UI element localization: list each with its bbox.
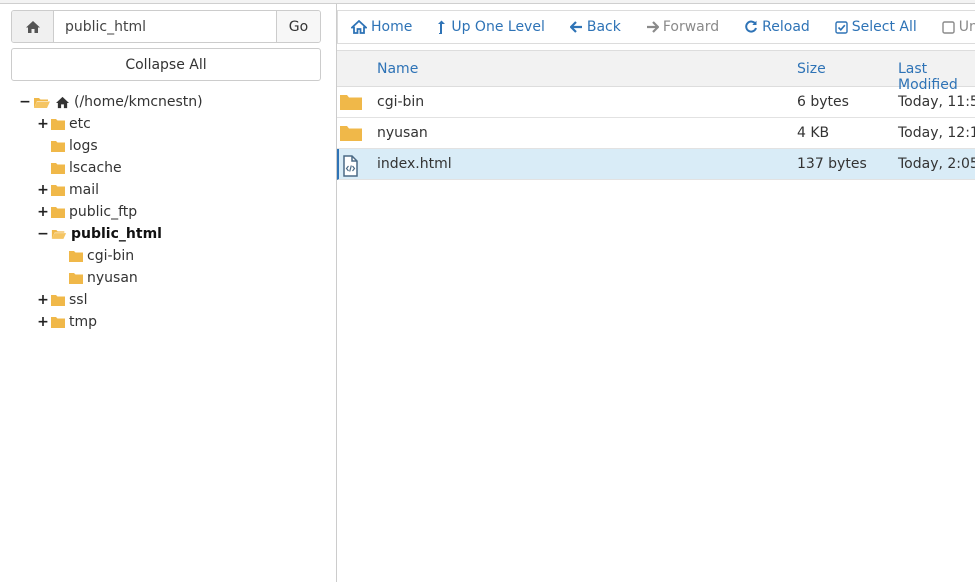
table-row[interactable]: cgi-bin 6 bytes Today, 11:56 PM bbox=[337, 87, 975, 118]
tree-item-label: cgi-bin bbox=[87, 248, 135, 264]
back-button[interactable]: Back bbox=[569, 19, 621, 35]
refresh-icon bbox=[745, 20, 758, 33]
file-name: nyusan bbox=[377, 125, 428, 141]
file-modified: Today, 2:05 PM bbox=[898, 156, 975, 172]
tree-item-mail[interactable]: + mail bbox=[0, 179, 336, 201]
expand-toggle-icon[interactable]: + bbox=[37, 205, 49, 219]
column-header-name[interactable]: Name bbox=[377, 61, 418, 77]
tree-item-label: public_ftp bbox=[69, 204, 138, 220]
tree-item-label: mail bbox=[69, 182, 99, 198]
tree-item-tmp[interactable]: + tmp bbox=[0, 311, 336, 333]
folder-icon bbox=[51, 162, 65, 174]
expand-toggle-icon[interactable]: + bbox=[37, 117, 49, 131]
folder-open-icon bbox=[51, 228, 67, 240]
folder-icon bbox=[69, 272, 83, 284]
tree-item-public-ftp[interactable]: + public_ftp bbox=[0, 201, 336, 223]
tree-item-label: ssl bbox=[69, 292, 88, 308]
file-table: Name Size Last Modified cgi-bin 6 bytes … bbox=[337, 50, 975, 180]
tree-item-label: etc bbox=[69, 116, 91, 132]
tree-item-cgi-bin[interactable]: cgi-bin bbox=[0, 245, 336, 267]
tree-item-label: tmp bbox=[69, 314, 98, 330]
file-list-pane: Home Up One Level Back Forward Reload Se… bbox=[337, 4, 975, 582]
expand-toggle-icon[interactable]: + bbox=[37, 315, 49, 329]
home-button[interactable]: Home bbox=[351, 19, 412, 35]
column-header-size[interactable]: Size bbox=[797, 61, 826, 77]
collapse-all-button[interactable]: Collapse All bbox=[11, 48, 321, 81]
folder-icon bbox=[51, 206, 65, 218]
toolbar: Home Up One Level Back Forward Reload Se… bbox=[337, 10, 975, 44]
collapse-toggle-icon[interactable]: − bbox=[37, 227, 49, 241]
folder-icon bbox=[51, 118, 65, 130]
tree-item-etc[interactable]: + etc bbox=[0, 113, 336, 135]
checkbox-checked-icon bbox=[835, 20, 848, 34]
folder-icon bbox=[51, 140, 65, 152]
tree-item-label: logs bbox=[69, 138, 98, 154]
table-header: Name Size Last Modified bbox=[337, 51, 975, 93]
path-bar: Go bbox=[11, 10, 321, 43]
html-file-icon bbox=[340, 155, 360, 181]
go-button[interactable]: Go bbox=[276, 11, 320, 42]
tree-item-logs[interactable]: logs bbox=[0, 135, 336, 157]
file-name: index.html bbox=[377, 156, 452, 172]
unselect-all-button[interactable]: Unselect All bbox=[942, 19, 975, 35]
tree-item-lscache[interactable]: lscache bbox=[0, 157, 336, 179]
unselect-all-label: Unselect All bbox=[958, 19, 975, 35]
up-one-level-button[interactable]: Up One Level bbox=[437, 19, 545, 35]
expand-toggle-icon[interactable]: + bbox=[37, 293, 49, 307]
folder-icon bbox=[51, 294, 65, 306]
directory-tree-pane: Go Collapse All − (/home/kmcnestn) + etc… bbox=[0, 4, 337, 582]
file-name: cgi-bin bbox=[377, 94, 425, 110]
tree-item-public-html[interactable]: − public_html bbox=[0, 223, 336, 245]
tree-item-label: nyusan bbox=[87, 270, 138, 286]
checkbox-empty-icon bbox=[942, 20, 955, 34]
folder-icon bbox=[340, 93, 362, 114]
select-all-label: Select All bbox=[851, 19, 917, 35]
file-modified: Today, 12:15 AM bbox=[898, 125, 975, 141]
table-row[interactable]: nyusan 4 KB Today, 12:15 AM bbox=[337, 118, 975, 149]
home-icon bbox=[55, 96, 70, 109]
tree-item-ssl[interactable]: + ssl bbox=[0, 289, 336, 311]
directory-tree: − (/home/kmcnestn) + etc logs lscache + bbox=[0, 91, 336, 333]
level-up-icon bbox=[438, 20, 446, 34]
collapse-toggle-icon[interactable]: − bbox=[19, 95, 31, 109]
forward-label: Forward bbox=[662, 19, 720, 35]
tree-root[interactable]: − (/home/kmcnestn) bbox=[0, 91, 336, 113]
arrow-right-icon bbox=[646, 21, 659, 33]
back-label: Back bbox=[586, 19, 621, 35]
reload-label: Reload bbox=[762, 19, 810, 35]
path-home-button[interactable] bbox=[12, 11, 54, 42]
file-modified: Today, 11:56 PM bbox=[898, 94, 975, 110]
folder-open-icon bbox=[33, 96, 51, 109]
home-icon bbox=[351, 20, 367, 34]
select-all-button[interactable]: Select All bbox=[835, 19, 917, 35]
folder-icon bbox=[69, 250, 83, 262]
folder-icon bbox=[51, 316, 65, 328]
arrow-left-icon bbox=[569, 21, 582, 33]
folder-icon bbox=[340, 124, 362, 145]
reload-button[interactable]: Reload bbox=[744, 19, 810, 35]
tree-root-label: (/home/kmcnestn) bbox=[74, 94, 203, 110]
tree-item-label: public_html bbox=[71, 226, 162, 242]
table-row[interactable]: index.html 137 bytes Today, 2:05 PM bbox=[337, 149, 975, 180]
path-input[interactable] bbox=[54, 11, 276, 42]
file-size: 4 KB bbox=[797, 125, 830, 141]
home-icon bbox=[25, 20, 40, 33]
tree-item-label: lscache bbox=[69, 160, 122, 176]
tree-item-nyusan[interactable]: nyusan bbox=[0, 267, 336, 289]
forward-button[interactable]: Forward bbox=[646, 19, 719, 35]
file-size: 137 bytes bbox=[797, 156, 867, 172]
file-size: 6 bytes bbox=[797, 94, 849, 110]
folder-icon bbox=[51, 184, 65, 196]
home-label: Home bbox=[371, 19, 413, 35]
up-one-level-label: Up One Level bbox=[451, 19, 545, 35]
expand-toggle-icon[interactable]: + bbox=[37, 183, 49, 197]
